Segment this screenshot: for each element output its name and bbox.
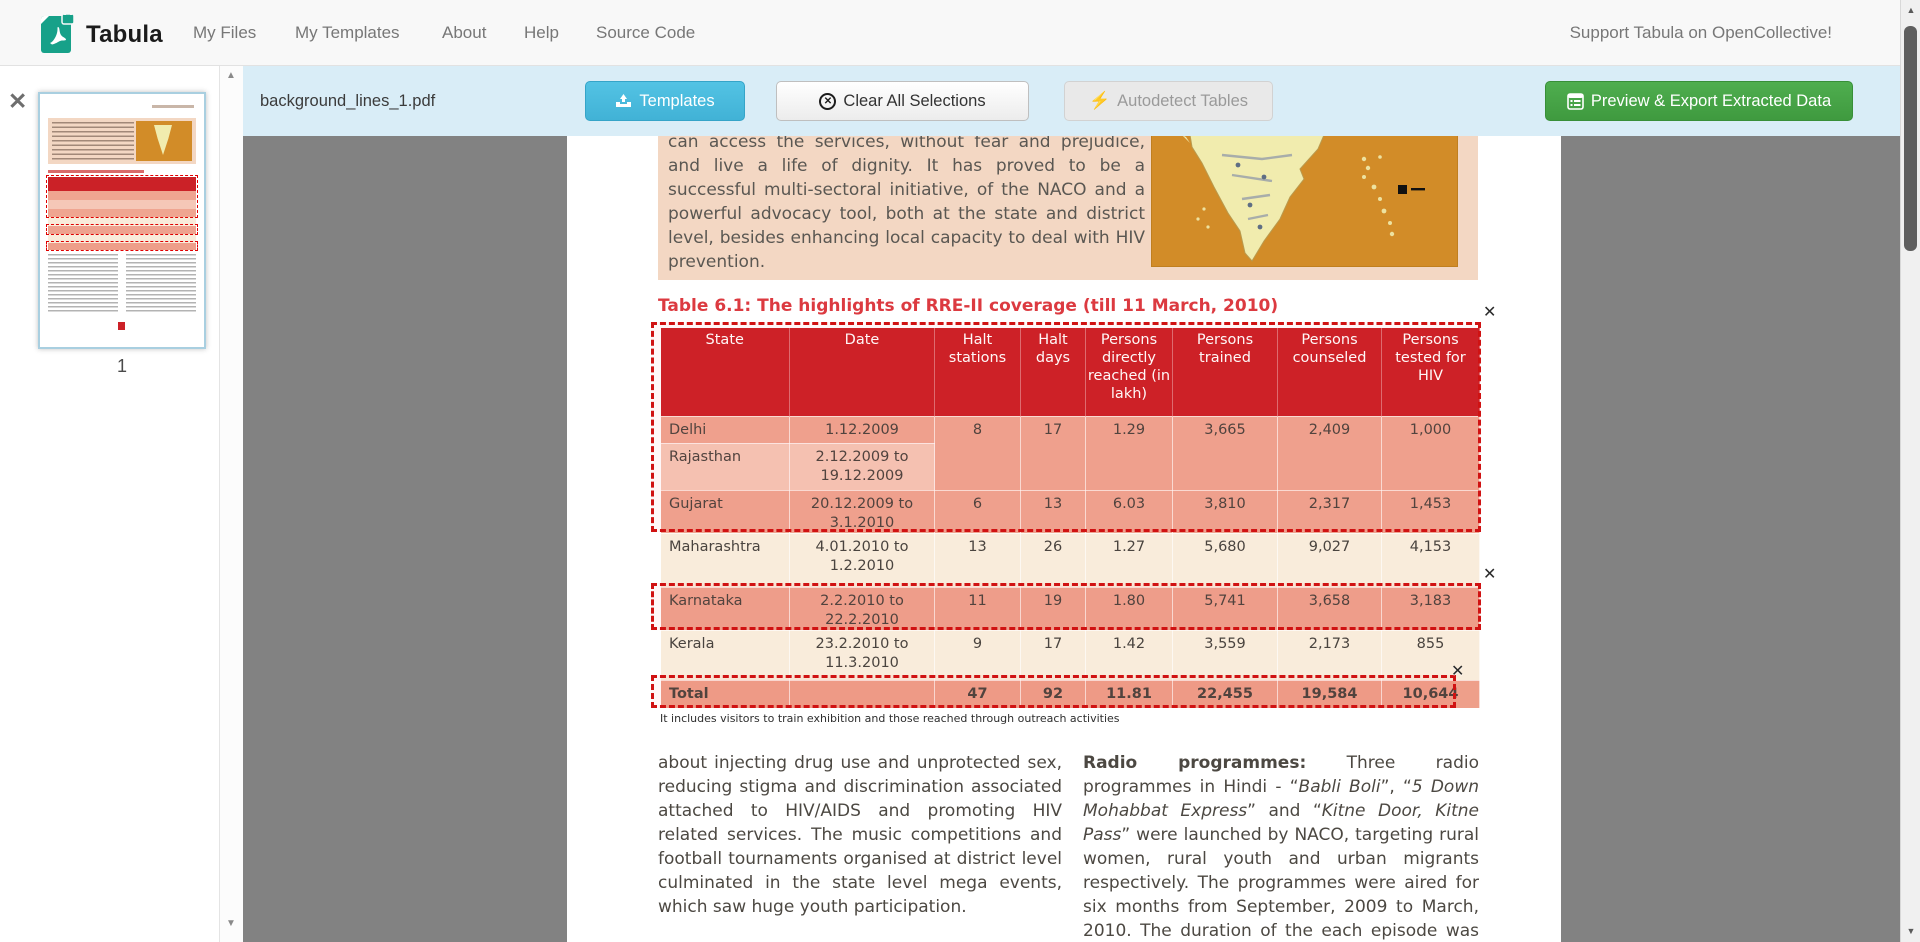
selection-3-close-icon[interactable]: ✕	[1451, 663, 1464, 679]
table-cell: 4,153	[1382, 533, 1480, 587]
table-caption: Table 6.1: The highlights of RRE-II cove…	[658, 296, 1358, 316]
table-row: Kerala23.2.2010 to 11.3.20109171.423,559…	[661, 630, 1480, 680]
sidebar-scroll-up-icon[interactable]: ▲	[226, 70, 236, 81]
intro-highlight-box: can access the services, without fear an…	[658, 136, 1478, 280]
table-cell: 855	[1382, 630, 1480, 680]
document-viewport: can access the services, without fear an…	[243, 136, 1900, 942]
thumb-map	[136, 121, 192, 161]
toolbar: background_lines_1.pdf Templates ✕ Clear…	[243, 66, 1900, 136]
body-text-right-column: Radio programmes: Three radio programmes…	[1083, 751, 1479, 942]
table-cell: 1.42	[1086, 630, 1173, 680]
sidebar-scroll-down-icon[interactable]: ▼	[226, 918, 236, 929]
autodetect-tables-button[interactable]: ⚡ Autodetect Tables	[1064, 81, 1273, 121]
table-selection-3[interactable]	[651, 675, 1456, 708]
thumb-logo-dot	[118, 322, 125, 330]
table-cell: 3,559	[1173, 630, 1278, 680]
thumb-selection-2	[46, 224, 198, 235]
table-cell: 5,680	[1173, 533, 1278, 587]
templates-button[interactable]: Templates	[585, 81, 745, 121]
nav-item-my-files[interactable]: My Files	[193, 0, 256, 66]
nav-item-my-templates[interactable]: My Templates	[295, 0, 400, 66]
brand-title: Tabula	[86, 21, 163, 49]
india-map-image	[1151, 136, 1458, 267]
table-cell: 17	[1021, 630, 1086, 680]
table-cell: Kerala	[661, 630, 790, 680]
clear-button-label: Clear All Selections	[843, 92, 985, 111]
thumbnail-page-number: 1	[38, 356, 206, 377]
remove-file-button[interactable]: ✕	[8, 90, 27, 113]
table-cell: 1.27	[1086, 533, 1173, 587]
intro-paragraph: can access the services, without fear an…	[668, 136, 1145, 274]
templates-button-label: Templates	[639, 92, 714, 111]
pdf-page[interactable]: can access the services, without fear an…	[567, 136, 1561, 942]
clear-all-selections-button[interactable]: ✕ Clear All Selections	[776, 81, 1029, 121]
selection-1-close-icon[interactable]: ✕	[1483, 304, 1496, 320]
page-thumbnails-sidebar: ✕	[0, 66, 243, 942]
table-cell: 9	[935, 630, 1021, 680]
thumb-table-title-line	[48, 170, 144, 173]
template-icon	[615, 93, 632, 109]
clear-selections-icon: ✕	[819, 93, 836, 110]
table-cell: 13	[935, 533, 1021, 587]
support-link[interactable]: Support Tabula on OpenCollective!	[1570, 0, 1832, 66]
scrollbar-thumb[interactable]	[1904, 26, 1917, 251]
brand-home-link[interactable]: Tabula	[40, 10, 163, 59]
table-cell: 9,027	[1278, 533, 1382, 587]
tabula-app: Tabula My Files My Templates About Help …	[0, 0, 1920, 942]
table-cell: Maharashtra	[661, 533, 790, 587]
thumb-selection-3	[46, 241, 198, 251]
autodetect-button-label: Autodetect Tables	[1117, 92, 1248, 111]
navbar: Tabula My Files My Templates About Help …	[0, 0, 1920, 66]
page-thumbnail[interactable]	[38, 92, 206, 349]
export-button-label: Preview & Export Extracted Data	[1591, 92, 1831, 111]
table-list-icon	[1567, 93, 1584, 110]
nav-item-about[interactable]: About	[442, 0, 486, 66]
thumb-text-columns	[48, 254, 196, 312]
current-filename: background_lines_1.pdf	[260, 66, 435, 136]
thumb-header-line	[152, 105, 194, 108]
table-cell: 26	[1021, 533, 1086, 587]
nav-item-source-code[interactable]: Source Code	[596, 0, 695, 66]
thumb-selection-1	[46, 175, 198, 218]
table-footnote: It includes visitors to train exhibition…	[660, 712, 1120, 725]
scroll-down-icon[interactable]: ▼	[1901, 926, 1920, 936]
lightning-icon: ⚡	[1089, 91, 1110, 111]
table-cell: 2,173	[1278, 630, 1382, 680]
tabula-logo-icon	[40, 10, 76, 59]
table-cell: 23.2.2010 to 11.3.2010	[790, 630, 935, 680]
page-scrollbar[interactable]: ▲ ▼	[1900, 0, 1920, 942]
thumb-intro-block	[48, 118, 196, 164]
preview-export-button[interactable]: Preview & Export Extracted Data	[1545, 81, 1853, 121]
scroll-up-icon[interactable]: ▲	[1901, 5, 1920, 15]
body-text-left-column: about injecting drug use and unprotected…	[658, 751, 1062, 919]
table-selection-2[interactable]	[651, 583, 1481, 630]
nav-item-help[interactable]: Help	[524, 0, 559, 66]
table-row: Maharashtra4.01.2010 to 1.2.201013261.27…	[661, 533, 1480, 587]
selection-2-close-icon[interactable]: ✕	[1483, 566, 1496, 582]
thumb-table	[48, 177, 196, 243]
sidebar-scrollbar[interactable]: ▲ ▼	[219, 66, 243, 942]
table-cell: 4.01.2010 to 1.2.2010	[790, 533, 935, 587]
table-selection-1[interactable]	[651, 322, 1481, 532]
